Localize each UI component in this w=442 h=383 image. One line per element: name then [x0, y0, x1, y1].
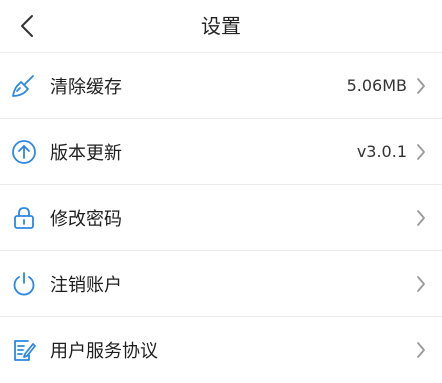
- chevron-right-icon: [414, 77, 428, 95]
- document-edit-icon: [11, 337, 37, 363]
- broom-icon: [11, 73, 37, 99]
- settings-item-label: 清除缓存: [50, 76, 122, 98]
- settings-item-change-password[interactable]: 修改密码: [0, 185, 442, 251]
- settings-item-clear-cache[interactable]: 清除缓存 5.06MB: [0, 53, 442, 119]
- top-bar: 设置: [0, 0, 442, 53]
- settings-item-user-agreement[interactable]: 用户服务协议: [0, 317, 442, 383]
- settings-item-label: 版本更新: [50, 142, 122, 164]
- chevron-right-icon: [414, 209, 428, 227]
- cache-size-value: 5.06MB: [346, 76, 407, 95]
- lock-icon: [11, 205, 37, 231]
- version-value: v3.0.1: [356, 142, 407, 161]
- chevron-right-icon: [414, 341, 428, 359]
- settings-item-label: 注销账户: [50, 274, 122, 296]
- page-title: 设置: [201, 14, 241, 38]
- arrow-up-circle-icon: [11, 139, 37, 165]
- chevron-right-icon: [414, 143, 428, 161]
- power-icon: [11, 271, 37, 297]
- settings-item-label: 修改密码: [50, 208, 122, 230]
- settings-item-version-update[interactable]: 版本更新 v3.0.1: [0, 119, 442, 185]
- settings-list: 清除缓存 5.06MB 版本更新 v3.0.1 修改密码 注销账户 用户服务协议: [0, 53, 442, 383]
- settings-item-cancel-account[interactable]: 注销账户: [0, 251, 442, 317]
- settings-item-label: 用户服务协议: [50, 341, 158, 362]
- chevron-right-icon: [414, 275, 428, 293]
